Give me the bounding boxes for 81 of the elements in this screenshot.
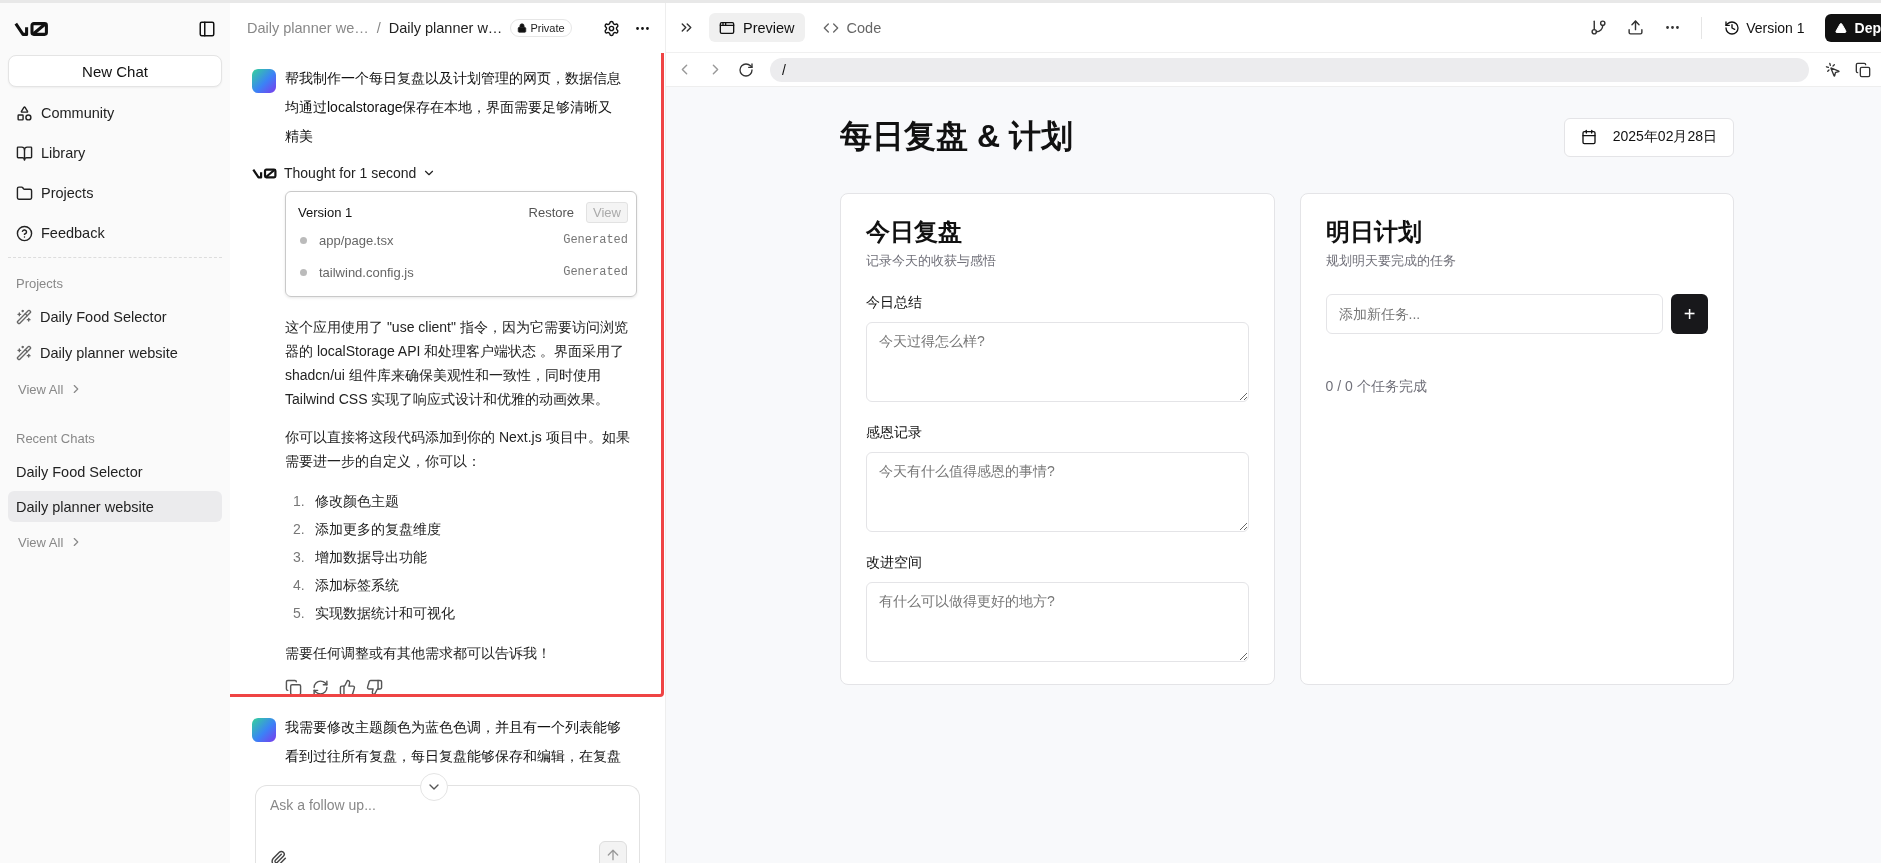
page-title: 每日复盘 & 计划 [840, 117, 1073, 156]
version-button[interactable]: Version 1 [1716, 19, 1813, 36]
paperclip-icon[interactable] [270, 850, 287, 863]
thumbs-up-icon[interactable] [339, 679, 356, 696]
nav-icon [16, 184, 33, 202]
new-chat-button[interactable]: New Chat [8, 55, 222, 87]
task-count: 0 / 0 个任务完成 [1325, 378, 1428, 396]
thumbs-down-icon[interactable] [366, 679, 383, 696]
window-icon [719, 19, 735, 36]
field-label: 今日总结 [866, 294, 923, 312]
list-item: 实现数据统计和可视化 [314, 604, 455, 623]
logo-icon [14, 20, 50, 38]
list-item: 添加标签系统 [314, 576, 399, 595]
file-name: app/page.tsx [319, 232, 394, 248]
file-name: tailwind.config.js [319, 264, 414, 280]
history-icon [1724, 19, 1741, 36]
wand-icon [16, 345, 32, 361]
message-paragraph: 这个应用使用了 "use client" 指令，因为它需要访问浏览器的 localStorage API 和处理客户端状态 。界面采用了 shadcn/ui 组件库来确保美观性和一致性，同时使用 Tailwind CSS 实现了响应式设计和优雅的动画效果。 [285, 318, 629, 409]
user-avatar [252, 69, 276, 93]
task-input[interactable]: 添加新任务... [1325, 294, 1663, 334]
triangle-icon [1834, 21, 1847, 34]
text-area[interactable]: 今天有什么值得感恩的事情? [866, 452, 1249, 532]
nav-item[interactable]: Projects [8, 173, 222, 213]
copy-icon[interactable] [285, 679, 302, 696]
breadcrumb-separator: / [376, 20, 381, 36]
file-status: Generated [563, 265, 628, 279]
view-tab[interactable]: Preview [709, 13, 805, 42]
field-label: 感恩记录 [866, 424, 923, 442]
card-subtitle: 规划明天要完成的任务 [1325, 252, 1457, 270]
user-avatar [252, 718, 276, 742]
file-status: Generated [563, 233, 628, 247]
message-text: 我需要修改主题颜色为蓝色色调，并且有一个列表能够看到过往所有复盘，每日复盘能够保存和编辑，在复盘 [285, 718, 622, 766]
list-number: 2. [293, 520, 305, 539]
thought-toggle[interactable]: Thought for 1 second [284, 165, 437, 181]
text-area[interactable]: 有什么可以做得更好的地方? [866, 582, 1249, 662]
nav-icon [16, 104, 33, 122]
card-title: 今日复盘 [866, 217, 963, 247]
list-number: 3. [293, 548, 305, 567]
recent-chat-item[interactable]: Daily Food Selector [8, 456, 222, 487]
list-number: 1. [293, 492, 305, 511]
breadcrumb-link[interactable]: Daily planner we… [247, 20, 369, 36]
timeline-dot [300, 236, 307, 244]
nav-icon [16, 224, 33, 242]
restore-button[interactable]: Restore [516, 204, 587, 220]
version-title: Version 1 [298, 204, 353, 220]
calendar-icon [1580, 129, 1597, 145]
nav-icon [16, 144, 33, 162]
breadcrumb-link[interactable]: Daily planner w… [388, 20, 503, 36]
view-all-link[interactable]: View All [8, 524, 222, 560]
list-number: 4. [293, 576, 305, 595]
message-paragraph: 需要任何调整或有其他需求都可以告诉我！ [285, 644, 552, 663]
refresh-icon[interactable] [312, 679, 329, 696]
date-button[interactable]: 2025年02月28日 [1563, 117, 1734, 157]
list-number: 5. [293, 604, 305, 623]
list-item: 增加数据导出功能 [314, 548, 427, 567]
deploy-button[interactable]: Dep [1824, 13, 1881, 42]
card-title: 明日计划 [1325, 217, 1423, 247]
recent-chat-item[interactable]: Daily planner website [8, 491, 222, 522]
view-tab[interactable]: Code [812, 13, 892, 42]
project-item[interactable]: Daily planner website [8, 335, 222, 371]
text-area[interactable]: 今天过得怎么样? [866, 322, 1249, 402]
logo-icon [252, 166, 278, 180]
message-text: 帮我制作一个每日复盘以及计划管理的网页，数据信息均通过localstorage保存在本地，界面需要足够清晰又精美 [285, 69, 622, 146]
section-heading: Projects [15, 275, 64, 293]
timeline-dot [300, 268, 307, 276]
nav-item[interactable]: Feedback [8, 213, 222, 253]
list-item: 添加更多的复盘维度 [314, 520, 441, 539]
settings-icon[interactable] [603, 19, 620, 37]
view-all-link[interactable]: View All [8, 371, 222, 407]
url-field[interactable]: / [770, 57, 1809, 82]
wand-icon [16, 309, 32, 325]
message-paragraph: 你可以直接将这段代码添加到你的 Next.js 项目中。如果需要进一步的自定义，你可以： [285, 428, 631, 471]
card-subtitle: 记录今天的收获与感悟 [866, 252, 997, 270]
nav-item[interactable]: Library [8, 133, 222, 173]
add-task-button[interactable]: + [1671, 294, 1708, 334]
section-heading: Recent Chats [15, 430, 96, 448]
field-label: 改进空间 [866, 554, 923, 572]
sidebar-toggle-icon[interactable] [198, 20, 216, 38]
list-item: 修改颜色主题 [314, 492, 399, 511]
nav-item[interactable]: Community [8, 93, 222, 133]
project-item[interactable]: Daily Food Selector [8, 299, 222, 335]
